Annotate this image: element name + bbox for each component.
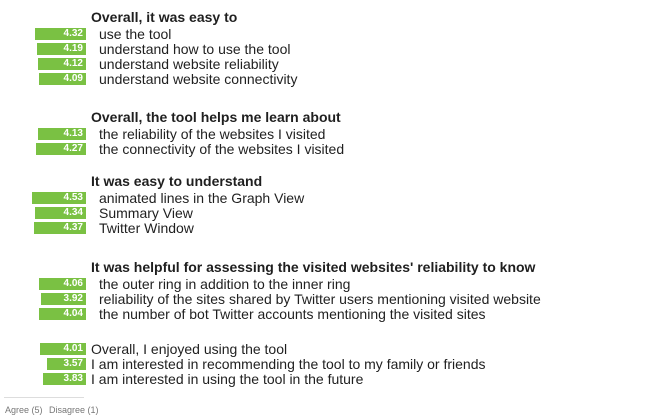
bar-value-label: 4.53 (63, 192, 83, 203)
item-label: use the tool (99, 26, 172, 42)
bar-value-label: 4.37 (63, 222, 83, 233)
bar-value-label: 3.57 (63, 358, 83, 369)
item-label: understand how to use the tool (99, 41, 291, 57)
axis-left-label: Agree (5) (5, 405, 43, 415)
axis-right-label: Disagree (1) (49, 405, 99, 415)
survey-bar-chart: Agree (5) Disagree (1) Overall, it was e… (0, 0, 650, 419)
group-title: It was helpful for assessing the visited… (91, 259, 536, 275)
item-label: Overall, I enjoyed using the tool (91, 341, 288, 357)
bar-value-label: 4.13 (63, 128, 83, 139)
item-label: the outer ring in addition to the inner … (99, 276, 351, 292)
item-label: Summary View (99, 205, 193, 221)
item-label: understand website connectivity (99, 71, 298, 87)
item-label: I am interested in recommending the tool… (91, 356, 486, 372)
bar-value-label: 4.27 (63, 143, 83, 154)
item-label: understand website reliability (99, 56, 279, 72)
item-label: the connectivity of the websites I visit… (99, 141, 345, 157)
bar-value-label: 4.34 (63, 207, 83, 218)
item-label: reliability of the sites shared by Twitt… (99, 291, 541, 307)
item-label: the number of bot Twitter accounts menti… (99, 306, 486, 322)
bar-value-label: 4.04 (63, 308, 83, 319)
group-title: Overall, it was easy to (91, 9, 238, 25)
bar-value-label: 4.12 (63, 58, 83, 69)
bar-value-label: 4.09 (63, 73, 83, 84)
item-label: animated lines in the Graph View (99, 190, 305, 206)
bar-value-label: 4.32 (63, 28, 83, 39)
bar-value-label: 4.06 (63, 278, 83, 289)
item-label: Twitter Window (99, 220, 194, 236)
item-label: I am interested in using the tool in the… (91, 371, 364, 387)
bar-value-label: 4.19 (63, 43, 83, 54)
item-label: the reliability of the websites I visite… (99, 126, 326, 142)
bar-value-label: 4.01 (63, 343, 83, 354)
bar-value-label: 3.92 (63, 293, 83, 304)
bar-value-label: 3.83 (63, 373, 83, 384)
group-title: It was easy to understand (91, 173, 263, 189)
group-title: Overall, the tool helps me learn about (91, 109, 341, 125)
axis-line (4, 397, 84, 398)
